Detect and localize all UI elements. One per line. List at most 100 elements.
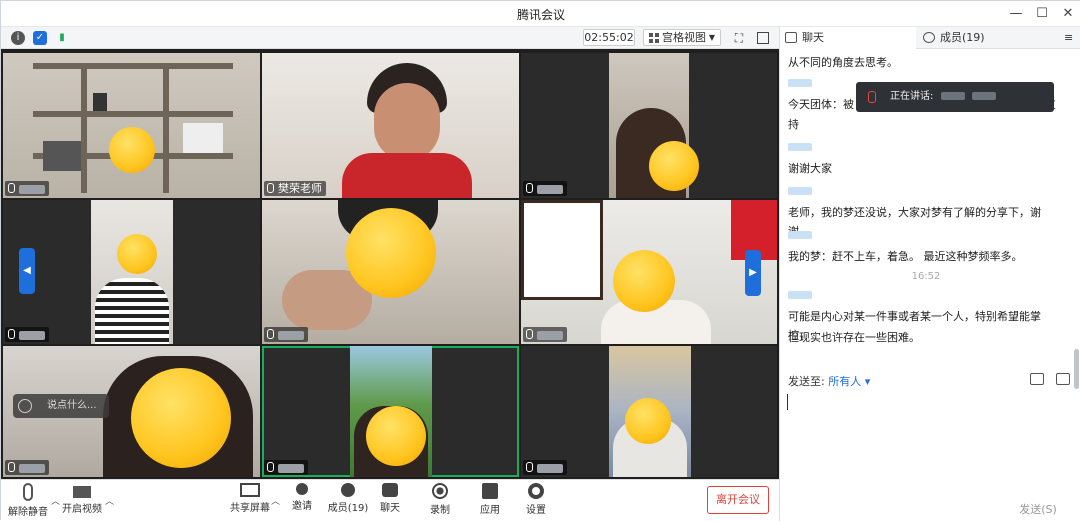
record-label: 录制 <box>430 505 450 516</box>
invite-button[interactable]: 邀请 <box>279 483 325 512</box>
unmute-button[interactable]: 解除静音 <box>5 483 51 518</box>
send-to-label: 发送至: <box>788 375 825 388</box>
sidebar-toggle-icon[interactable] <box>757 32 769 44</box>
chat-button[interactable]: 聊天 <box>367 483 413 514</box>
video-tile[interactable]: 樊荣老师 <box>262 53 519 198</box>
share-screen-button[interactable]: 共享屏幕 <box>227 483 273 514</box>
members-label: 成员(19) <box>327 503 369 514</box>
mic-icon <box>267 329 274 339</box>
meeting-toolbar: i ✓ ▮ 02:55:02 宫格视图 ▼ ⛶ <box>1 27 779 49</box>
chat-message: 持 <box>788 118 799 131</box>
file-icon[interactable] <box>1030 373 1044 385</box>
record-icon <box>432 483 448 499</box>
chat-label: 聊天 <box>380 503 400 514</box>
send-to-dropdown[interactable]: 所有人 ▾ <box>828 375 870 388</box>
chat-input[interactable] <box>786 391 1074 501</box>
info-icon[interactable]: i <box>11 31 25 45</box>
menu-icon: ≡ <box>1064 31 1074 44</box>
video-tile[interactable] <box>521 346 777 477</box>
send-to-target: 所有人 <box>828 375 862 388</box>
emoji-face <box>346 208 436 298</box>
signal-icon[interactable]: ▮ <box>55 31 69 45</box>
emoji-face <box>625 398 671 444</box>
close-button[interactable]: ✕ <box>1055 1 1080 27</box>
video-tile[interactable] <box>521 53 777 198</box>
previous-page-button[interactable]: ◀ <box>19 248 35 294</box>
chevron-up-icon[interactable]: ︿ <box>105 494 114 507</box>
participant-name-tag <box>5 181 49 196</box>
unmute-label: 解除静音 <box>8 507 48 518</box>
mic-icon <box>868 91 876 103</box>
tab-members-label: 成员(19) <box>940 31 985 44</box>
blurred-name <box>19 184 45 194</box>
video-tile[interactable]: 说点什么... <box>3 346 260 477</box>
blurred-speaker-name <box>971 92 996 100</box>
panel-menu-button[interactable]: ≡ <box>1058 27 1080 49</box>
participant-name-tag <box>5 460 49 475</box>
window-title: 腾讯会议 <box>516 8 565 22</box>
blurred-sender <box>788 291 812 299</box>
chat-quick-input-placeholder: 说点什么... <box>47 400 97 411</box>
settings-label: 设置 <box>526 505 546 516</box>
blurred-speaker-name <box>940 92 965 100</box>
scrollbar-thumb[interactable] <box>1074 349 1079 389</box>
apps-button[interactable]: 应用 <box>467 483 513 516</box>
video-tile[interactable] <box>3 53 260 198</box>
speaking-indicator: 正在讲话: <box>856 82 1054 112</box>
next-page-button[interactable]: ▶ <box>745 250 761 296</box>
settings-button[interactable]: 设置 <box>513 483 559 516</box>
start-video-label: 开启视频 <box>62 504 102 515</box>
chat-panel: 聊天 成员(19) ≡ 从不同的角度去思考。 今天团体：被 的支 持 谢谢大家 … <box>779 27 1080 521</box>
leave-meeting-button[interactable]: 离开会议 <box>707 486 769 514</box>
record-button[interactable]: 录制 <box>417 483 463 516</box>
share-screen-label: 共享屏幕 <box>230 503 270 514</box>
members-icon <box>341 483 355 497</box>
mic-icon <box>8 329 15 339</box>
video-tile[interactable] <box>262 200 519 344</box>
blurred-name <box>19 463 45 473</box>
maximize-button[interactable]: ☐ <box>1029 1 1055 27</box>
blurred-name <box>537 330 563 340</box>
chat-scrollbar[interactable] <box>1072 49 1080 389</box>
start-video-button[interactable]: 开启视频 <box>59 483 105 515</box>
chat-icon <box>785 32 797 43</box>
blurred-name <box>537 463 563 473</box>
participant-name-tag <box>264 460 308 475</box>
shield-icon[interactable]: ✓ <box>33 31 47 45</box>
chat-quick-input[interactable]: 说点什么... <box>13 394 109 418</box>
tab-chat[interactable]: 聊天 <box>780 27 916 49</box>
tab-members[interactable]: 成员(19) <box>918 27 1054 49</box>
members-button[interactable]: 成员(19) <box>325 483 371 514</box>
chat-message: 我的梦：赶不上车，着急。 最近这种梦频率多。 <box>788 250 1023 263</box>
participant-name-tag <box>523 460 567 475</box>
camera-off-icon <box>73 486 91 498</box>
panel-tabs: 聊天 成员(19) ≡ <box>780 27 1080 49</box>
send-button[interactable]: 发送(S) <box>1012 501 1064 519</box>
screenshot-icon[interactable] <box>1056 373 1070 385</box>
blurred-sender <box>788 187 812 195</box>
blurred-name <box>278 330 304 340</box>
title-bar: 腾讯会议 — ☐ ✕ <box>1 1 1080 27</box>
chat-timestamp: 16:52 <box>911 271 941 282</box>
blurred-name <box>19 330 45 340</box>
video-grid: 樊荣老师 ◀ ▶ 说点什么... <box>1 49 779 479</box>
mic-muted-icon <box>23 483 33 501</box>
view-mode-label: 宫格视图 <box>662 31 706 44</box>
mic-icon <box>526 462 533 472</box>
chat-message: 从不同的角度去思考。 <box>788 56 898 69</box>
video-tile[interactable]: ◀ <box>3 200 260 344</box>
emoji-face <box>366 406 426 466</box>
video-tile-active[interactable] <box>262 346 519 477</box>
blurred-sender <box>788 79 812 87</box>
apps-icon <box>482 483 498 499</box>
chat-message: 老师，我的梦还没说，大家对梦有了解的分享下，谢谢。 <box>788 206 1041 238</box>
emoji-face <box>131 368 231 468</box>
meeting-window: 腾讯会议 — ☐ ✕ i ✓ ▮ 02:55:02 宫格视图 ▼ ⛶ 樊荣老师 … <box>0 0 1080 521</box>
apps-label: 应用 <box>480 505 500 516</box>
minimize-button[interactable]: — <box>1003 1 1029 27</box>
mic-icon <box>526 329 533 339</box>
fullscreen-icon[interactable]: ⛶ <box>731 30 747 46</box>
video-tile[interactable]: ▶ <box>521 200 777 344</box>
view-mode-dropdown[interactable]: 宫格视图 ▼ <box>643 29 721 46</box>
grid-view-icon <box>649 33 659 43</box>
